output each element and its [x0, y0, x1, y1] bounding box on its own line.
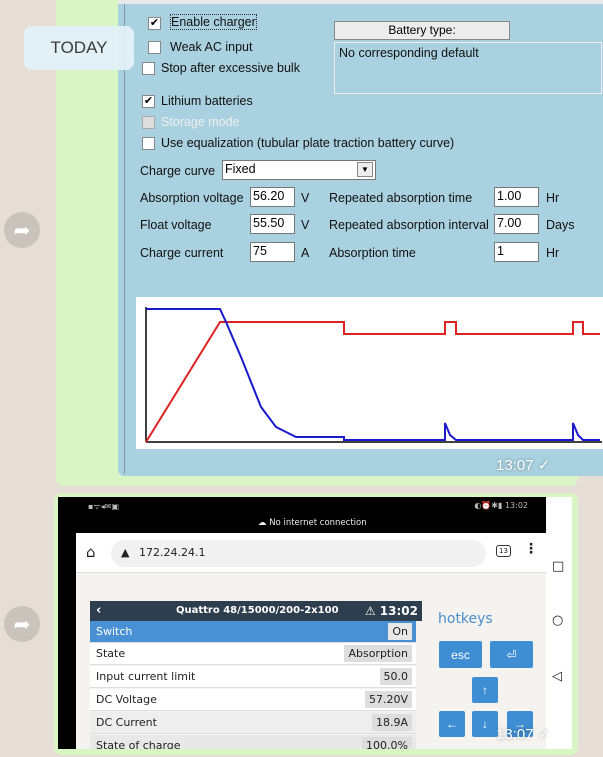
- row-state-of-charge[interactable]: State of charge 100.0%: [90, 735, 416, 749]
- checkbox-stop-bulk[interactable]: [142, 62, 155, 75]
- battery-type-box: No corresponding default: [334, 42, 602, 94]
- warning-icon: ▲: [121, 546, 130, 559]
- unit: Hr: [546, 246, 560, 260]
- checkbox-weak-ac[interactable]: [148, 41, 161, 54]
- image-message-1[interactable]: ✔ Enable charger Weak AC input Stop afte…: [56, 0, 603, 486]
- home-icon[interactable]: ⌂: [86, 543, 96, 561]
- checkbox-storage-mode: [142, 116, 155, 129]
- device-header: ‹ Quattro 48/15000/200-2x100 ⚠ 13:02: [90, 601, 422, 621]
- float-voltage-input[interactable]: 55.50: [250, 214, 295, 234]
- charge-current-input[interactable]: 75: [250, 242, 295, 262]
- charge-curve-label: Charge curve: [140, 164, 216, 178]
- unit: Days: [546, 218, 575, 232]
- checkbox-label: Enable charger: [170, 14, 257, 30]
- battery-type-text: No corresponding default: [339, 46, 479, 60]
- message-time: 13:07 ✓: [496, 457, 551, 474]
- down-key[interactable]: ↓: [472, 711, 498, 737]
- back-triangle-icon[interactable]: ◁: [552, 669, 562, 684]
- left-key[interactable]: ←: [439, 711, 465, 737]
- repeated-absorption-time-input[interactable]: 1.00: [494, 187, 539, 207]
- field-label: Repeated absorption time: [329, 191, 473, 205]
- unit: Hr: [546, 191, 560, 205]
- row-switch[interactable]: Switch On: [90, 621, 416, 643]
- field-label: Repeated absorption interval: [329, 218, 489, 232]
- row-dc-voltage[interactable]: DC Voltage 57.20V: [90, 689, 416, 711]
- tabs-button[interactable]: 13: [496, 545, 511, 557]
- row-state[interactable]: State Absorption: [90, 643, 416, 665]
- esc-key[interactable]: esc: [439, 641, 482, 668]
- forward-button[interactable]: ➦: [4, 606, 40, 642]
- date-divider: TODAY: [24, 26, 134, 70]
- checkbox-label: Use equalization (tubular plate traction…: [161, 136, 455, 150]
- row-dc-current[interactable]: DC Current 18.9A: [90, 712, 416, 734]
- share-icon: ➦: [13, 613, 31, 636]
- unit: V: [301, 191, 310, 205]
- status-icons: ▪ᯤ◂✉▣: [88, 502, 120, 511]
- up-key[interactable]: ↑: [472, 677, 498, 703]
- absorption-voltage-input[interactable]: 56.20: [250, 187, 295, 207]
- back-button[interactable]: ‹: [96, 603, 101, 618]
- no-internet-banner: ☁ No internet connection: [258, 518, 367, 528]
- checkbox-label: Stop after excessive bulk: [161, 61, 300, 75]
- status-time: ◐⏰✱▮ 13:02: [474, 501, 528, 510]
- home-circle-icon[interactable]: ○: [552, 613, 563, 628]
- unit: A: [301, 246, 310, 260]
- repeated-absorption-interval-input[interactable]: 7.00: [494, 214, 539, 234]
- field-label: Absorption voltage: [140, 191, 244, 205]
- device-time: ⚠ 13:02: [364, 604, 418, 618]
- unit: V: [301, 218, 310, 232]
- phone-screenshot: ▪ᯤ◂✉▣ ◐⏰✱▮ 13:02 ☁ No internet connectio…: [58, 497, 572, 749]
- battery-type-button[interactable]: Battery type:: [334, 21, 510, 40]
- field-label: Absorption time: [329, 246, 416, 260]
- charger-settings-screenshot: ✔ Enable charger Weak AC input Stop afte…: [118, 0, 603, 476]
- checkbox-equalization[interactable]: [142, 137, 155, 150]
- checkbox-lithium[interactable]: ✔: [142, 95, 155, 108]
- field-label: Float voltage: [140, 218, 212, 232]
- checkbox-enable-charger[interactable]: ✔: [148, 17, 161, 30]
- url-bar[interactable]: ▲ 172.24.24.1: [111, 540, 486, 567]
- absorption-time-input[interactable]: 1: [494, 242, 539, 262]
- hotkeys-label: hotkeys: [438, 611, 493, 627]
- checkbox-label: Weak AC input: [170, 40, 253, 54]
- share-icon: ➦: [13, 219, 31, 242]
- checkbox-label: Lithium batteries: [161, 94, 253, 108]
- checkbox-label: Storage mode: [161, 115, 240, 129]
- field-label: Charge current: [140, 246, 224, 260]
- forward-button[interactable]: ➦: [4, 212, 40, 248]
- chevron-down-icon: ▼: [357, 162, 373, 177]
- row-input-current-limit[interactable]: Input current limit 50.0: [90, 666, 416, 688]
- recents-icon[interactable]: □: [552, 559, 564, 574]
- enter-key[interactable]: ⏎: [490, 641, 533, 668]
- message-time: 13:07 ✓: [496, 726, 551, 743]
- charge-curve-select[interactable]: Fixed ▼: [222, 160, 376, 180]
- menu-icon[interactable]: ⋮: [524, 541, 538, 557]
- charge-curve-graph: [136, 297, 603, 449]
- image-message-2[interactable]: ▪ᯤ◂✉▣ ◐⏰✱▮ 13:02 ☁ No internet connectio…: [54, 493, 578, 755]
